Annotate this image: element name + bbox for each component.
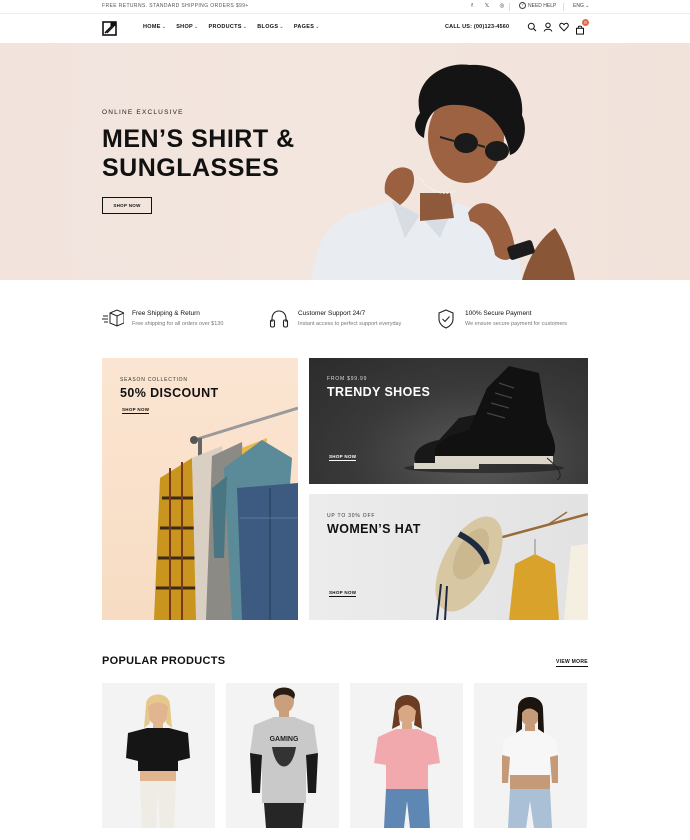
headphones-icon — [269, 310, 289, 328]
need-help-link[interactable]: ? NEED HELP — [519, 2, 556, 9]
chevron-down-icon: ⌄ — [242, 24, 248, 30]
chevron-down-icon: ⌄ — [585, 3, 590, 9]
wishlist-heart-icon[interactable] — [559, 22, 569, 32]
product-card[interactable]: GAMING — [226, 683, 339, 828]
chevron-down-icon: ⌄ — [161, 24, 167, 30]
language-selector[interactable]: ENG ⌄ — [573, 3, 589, 9]
product-card[interactable] — [474, 683, 587, 828]
hat-shop-now-link[interactable]: SHOP NOW — [329, 590, 357, 597]
brand-logo[interactable] — [102, 21, 117, 36]
hero-eyebrow: ONLINE EXCLUSIVE — [102, 109, 184, 116]
hero-shop-now-button[interactable]: SHOP NOW — [102, 197, 152, 214]
divider — [509, 3, 510, 11]
shoes-shop-now-link[interactable]: SHOP NOW — [329, 454, 357, 461]
facebook-icon[interactable]: f — [468, 2, 476, 10]
season-shop-now-link[interactable]: SHOP NOW — [122, 407, 150, 414]
nav-home[interactable]: HOME ⌄ — [143, 24, 166, 30]
chevron-down-icon: ⌄ — [279, 24, 284, 30]
nav-blogs[interactable]: BLOGS ⌄ — [257, 24, 284, 30]
need-help-label: NEED HELP — [528, 2, 557, 9]
trendy-shoes-banner[interactable]: FROM $99.99 TRENDY SHOES SHOP NOW — [309, 358, 588, 484]
feature-free-shipping: Free Shipping & Return Free shipping for… — [102, 308, 223, 330]
hero-title-line-1: MEN’S SHIRT & — [102, 125, 295, 153]
feature-title: Free Shipping & Return — [132, 310, 200, 317]
chevron-down-icon: ⌄ — [315, 24, 320, 30]
shield-check-icon — [438, 309, 454, 329]
x-twitter-icon[interactable]: 𝕏 — [483, 2, 491, 10]
product-card[interactable] — [102, 683, 215, 828]
product-image-black-crop-top — [126, 694, 190, 828]
chevron-down-icon: ⌄ — [194, 24, 199, 30]
feature-subtitle: We ensure secure payment for customers — [465, 321, 567, 327]
feature-subtitle: Instant access to perfect support everyd… — [298, 321, 402, 327]
box-shipping-icon — [102, 309, 124, 327]
hat-eyebrow: UP TO 30% OFF — [327, 513, 376, 519]
nav-pages-label: PAGES — [293, 24, 315, 30]
shoes-title: TRENDY SHOES — [327, 385, 431, 399]
product-image-white-crop-top — [502, 697, 558, 828]
instagram-icon[interactable]: ◎ — [498, 2, 506, 10]
product-image-pink-tshirt — [374, 695, 440, 828]
feature-secure-payment: 100% Secure Payment We ensure secure pay… — [435, 308, 567, 330]
search-icon[interactable] — [527, 22, 537, 32]
nav-products[interactable]: PRODUCTS ⌄ — [209, 24, 248, 30]
nav-pages[interactable]: PAGES ⌄ — [294, 24, 320, 30]
view-more-link[interactable]: VIEW MORE — [556, 659, 588, 667]
popular-products-heading: POPULAR PRODUCTS — [102, 655, 226, 667]
social-links: f 𝕏 ◎ — [468, 2, 506, 10]
nav-home-label: HOME — [143, 24, 161, 30]
season-collection-banner[interactable]: SEASON COLLECTION 50% DISCOUNT SHOP NOW — [102, 358, 298, 620]
feature-title: 100% Secure Payment — [465, 310, 532, 317]
main-header: HOME ⌄ SHOP ⌄ PRODUCTS ⌄ BLOGS ⌄ PAGES ⌄ CALL… — [0, 14, 690, 43]
shoes-eyebrow: FROM $99.99 — [327, 376, 368, 382]
account-icon[interactable] — [543, 22, 553, 32]
cart-button[interactable]: 0 — [575, 19, 589, 35]
feature-subtitle: Free shipping for all orders over $130 — [132, 321, 224, 327]
gaming-print-text: GAMING — [270, 736, 299, 743]
product-card[interactable] — [350, 683, 463, 828]
product-image-gaming-tshirt: GAMING — [250, 687, 318, 828]
top-bar: FREE RETURNS. STANDARD SHIPPING ORDERS $… — [0, 0, 690, 14]
shipping-promo: FREE RETURNS. STANDARD SHIPPING ORDERS $… — [102, 3, 249, 9]
nav-shop[interactable]: SHOP ⌄ — [176, 24, 198, 30]
hat-title: WOMEN’S HAT — [327, 522, 421, 536]
main-nav: HOME ⌄ SHOP ⌄ PRODUCTS ⌄ BLOGS ⌄ PAGES ⌄ — [143, 24, 320, 30]
shopping-bag-icon — [576, 25, 584, 35]
cart-count-badge: 0 — [582, 19, 589, 26]
language-label: ENG — [573, 3, 584, 9]
feature-title: Customer Support 24/7 — [298, 310, 366, 317]
feature-customer-support: Customer Support 24/7 Instant access to … — [268, 308, 401, 330]
call-us[interactable]: CALL US: (00)123-4560 — [445, 24, 509, 30]
hero-banner: ONLINE EXCLUSIVE MEN’S SHIRT & SUNGLASSE… — [0, 43, 690, 280]
hero-title-line-2: SUNGLASSES — [102, 154, 280, 182]
hero-title: MEN’S SHIRT & SUNGLASSES — [102, 125, 332, 183]
help-icon: ? — [519, 2, 526, 9]
season-eyebrow: SEASON COLLECTION — [120, 377, 188, 383]
womens-hat-banner[interactable]: UP TO 30% OFF WOMEN’S HAT SHOP NOW — [309, 494, 588, 620]
season-title: 50% DISCOUNT — [120, 386, 219, 400]
header-icons: 0 — [527, 19, 589, 35]
nav-shop-label: SHOP — [176, 24, 193, 30]
nav-products-label: PRODUCTS — [208, 24, 242, 30]
nav-blogs-label: BLOGS — [257, 24, 279, 30]
divider — [563, 3, 564, 11]
